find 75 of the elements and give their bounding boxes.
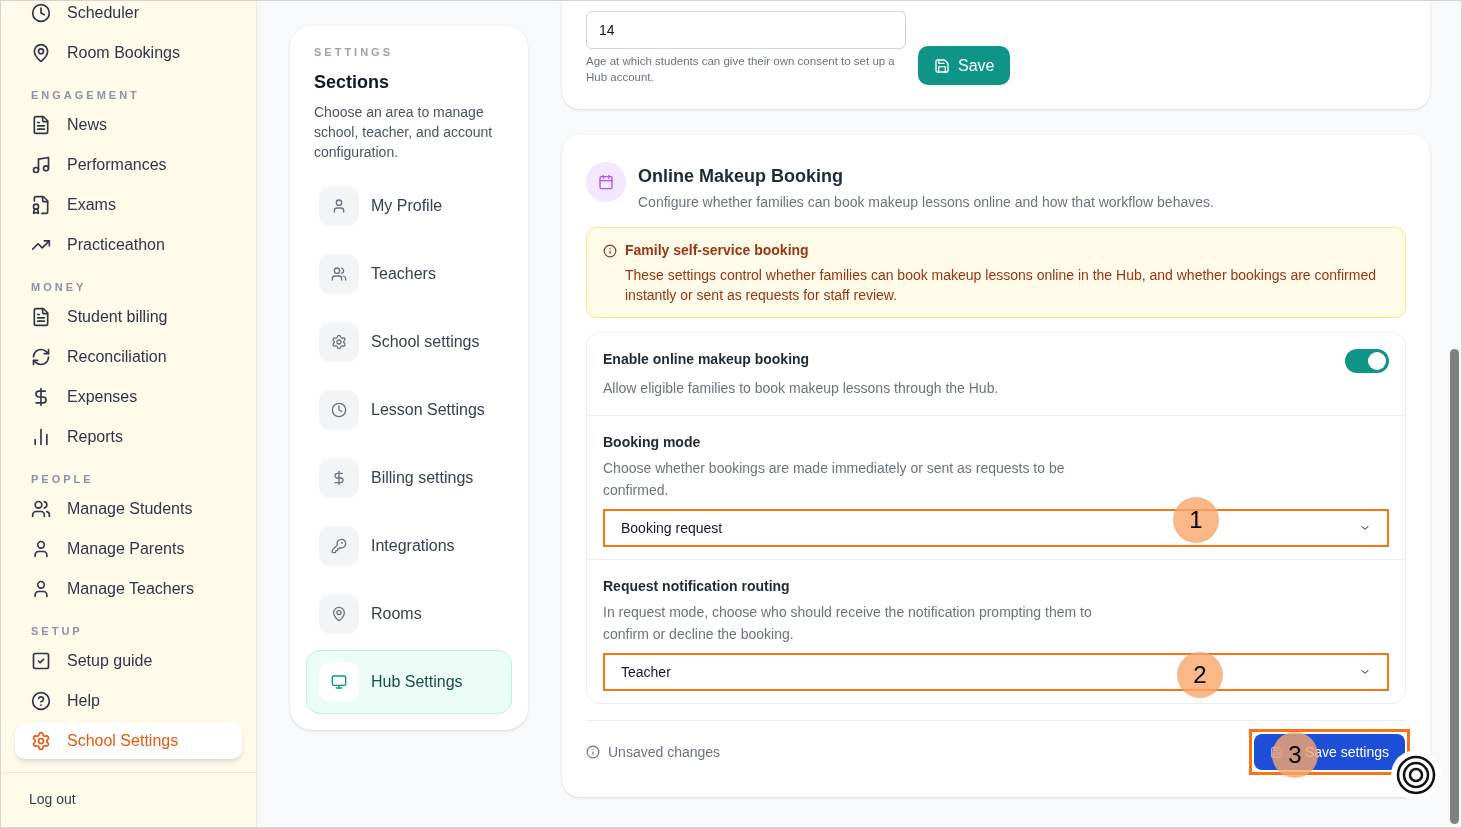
info-icon: [603, 243, 617, 258]
setting-description: Allow eligible families to book makeup lessons through the Hub.: [603, 379, 999, 398]
sidebar-item[interactable]: Exams: [15, 187, 242, 223]
user-icon: [331, 197, 347, 214]
save-icon: [934, 57, 950, 74]
certificate-icon: [31, 195, 51, 215]
clock-icon: [331, 401, 347, 418]
monitor-icon: [331, 673, 347, 690]
callout-number: 1: [1173, 497, 1219, 543]
panel-description: Choose an area to manage school, teacher, and account configuration.: [314, 102, 494, 162]
sidebar-item[interactable]: Reconciliation: [15, 339, 242, 375]
setting-label: Request notification routing: [603, 577, 791, 596]
sidebar-heading: PEOPLE: [30, 472, 95, 487]
document-icon: [31, 115, 51, 135]
sidebar-heading: ENGAGEMENT: [30, 88, 141, 103]
dollar-icon: [331, 469, 347, 486]
section-item[interactable]: Teachers: [306, 241, 512, 306]
sidebar-item[interactable]: Expenses: [15, 379, 242, 415]
panel-eyebrow: SETTINGS: [314, 45, 394, 60]
key-icon: [331, 537, 347, 554]
settings-icon: [31, 731, 51, 751]
sidebar-item[interactable]: Manage Students: [15, 491, 242, 527]
sidebar-item[interactable]: Student billing: [15, 299, 242, 335]
card-subtitle: Configure whether families can book makeup lessons online and how that workflow behaves.: [638, 193, 1214, 212]
toggle-switch[interactable]: [1345, 349, 1389, 373]
music-note-icon: [31, 155, 51, 175]
alert-title: Family self-service booking: [625, 241, 809, 260]
panel-title: Sections: [314, 70, 391, 94]
sidebar-item[interactable]: Manage Parents: [15, 531, 242, 567]
alert-body: These settings control whether families can book makeup lessons online in the Hub, and whether bookings are confirmed instantly or sent as requests for staff review.: [624, 266, 1377, 305]
setting-label: Booking mode: [603, 433, 702, 452]
setting-description: Choose whether bookings are made immediately or sent as requests to be confirmed.: [603, 459, 1066, 500]
sidebar-heading: SETUP: [30, 624, 84, 639]
section-item[interactable]: Rooms: [306, 581, 512, 646]
sidebar-item[interactable]: Performances: [15, 147, 242, 183]
location-pin-icon: [31, 43, 51, 63]
refresh-icon: [31, 347, 51, 367]
users-icon: [31, 499, 51, 519]
save-button[interactable]: Save: [918, 46, 1011, 85]
sidebar-item[interactable]: Setup guide: [15, 643, 242, 679]
setting-label: Enable online makeup booking: [603, 350, 811, 369]
sidebar-item[interactable]: Scheduler: [15, 1, 242, 31]
sidebar-item[interactable]: Practiceathon: [15, 227, 242, 263]
sidebar-item[interactable]: Help: [15, 683, 242, 719]
section-item[interactable]: Billing settings: [306, 445, 512, 510]
sidebar-item[interactable]: News: [15, 107, 242, 143]
section-item[interactable]: Integrations: [306, 513, 512, 578]
field-help-text: Age at which students can give their own consent to set up a Hub account.: [586, 54, 896, 85]
sidebar-item[interactable]: Reports: [15, 419, 242, 455]
age-field[interactable]: 14: [586, 11, 906, 49]
section-item[interactable]: Hub Settings: [306, 649, 512, 714]
status-text: Unsaved changes: [608, 742, 721, 762]
sidebar-item[interactable]: School Settings: [15, 723, 242, 759]
section-item[interactable]: School settings: [306, 309, 512, 374]
callout-number: 2: [1177, 652, 1223, 698]
help-icon: [31, 691, 51, 711]
sidebar-item[interactable]: Room Bookings: [15, 35, 242, 71]
card-title: Online Makeup Booking: [638, 165, 844, 188]
section-item[interactable]: My Profile: [306, 173, 512, 238]
user-icon: [31, 579, 51, 599]
settings-icon: [331, 333, 347, 350]
sidebar-item[interactable]: Manage Teachers: [15, 571, 242, 607]
sidebar-heading: MONEY: [30, 280, 88, 295]
checkbox-icon: [31, 651, 51, 671]
user-icon: [31, 539, 51, 559]
clock-icon: [31, 3, 51, 23]
calendar-icon: [598, 174, 614, 190]
location-pin-icon: [331, 605, 347, 622]
setting-description: In request mode, choose who should receive the notification prompting them to confirm or decline the booking.: [603, 603, 1093, 644]
section-item[interactable]: Lesson Settings: [306, 377, 512, 442]
logout-link[interactable]: Log out: [29, 791, 76, 807]
document-icon: [31, 307, 51, 327]
info-icon: [586, 745, 600, 759]
users-icon: [331, 265, 347, 282]
bar-chart-icon: [31, 427, 51, 447]
